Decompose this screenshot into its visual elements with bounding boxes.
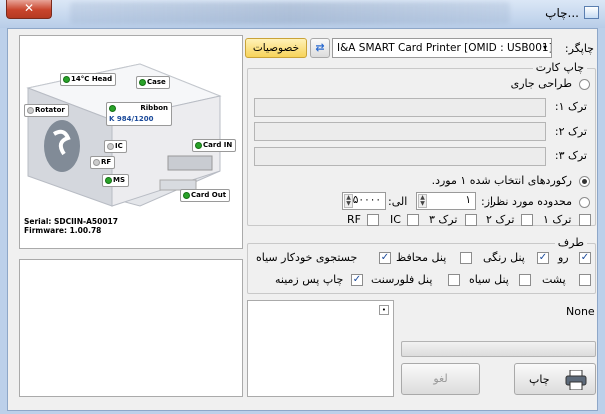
- track-2-input[interactable]: [254, 122, 546, 141]
- app-icon: [584, 6, 599, 19]
- encode-track-1-label: ترک ۱: [543, 213, 572, 226]
- fluorescent-panel-checkbox[interactable]: [448, 274, 460, 286]
- close-icon: ✕: [23, 1, 35, 15]
- status-led-icon: [63, 76, 70, 83]
- status-led-icon: [139, 79, 146, 86]
- status-led-icon: [195, 142, 202, 149]
- status-led-icon: [27, 107, 34, 114]
- log-toggle-icon[interactable]: •: [379, 305, 389, 315]
- print-button-label: چاپ: [529, 373, 550, 386]
- rf-status-tag: RF: [90, 156, 116, 169]
- selected-records-label: رکوردهای انتخاب شده ۱ مورد.: [431, 174, 572, 187]
- title-bar-toolbar-blur: [70, 2, 510, 24]
- cancel-button-label: لغو: [433, 372, 448, 385]
- track-3-input[interactable]: [254, 147, 546, 166]
- card-preview-panel: [19, 259, 243, 397]
- encode-track-1-checkbox[interactable]: [579, 214, 591, 226]
- status-led-icon: [105, 177, 112, 184]
- range-to-spinner[interactable]: ▲ ▼ ۵۰۰۰۰: [342, 192, 386, 210]
- chevron-down-icon: ▾: [542, 43, 547, 52]
- cancel-button[interactable]: لغو: [401, 363, 480, 395]
- encode-track-3-checkbox[interactable]: [465, 214, 477, 226]
- background-print-label: چاپ پس زمینه: [275, 273, 344, 286]
- status-led-icon: [107, 143, 114, 150]
- fluorescent-panel-label: پنل فلورسنت: [371, 273, 433, 286]
- print-card-title: چاپ کارت: [532, 61, 587, 74]
- print-button[interactable]: چاپ: [514, 363, 596, 395]
- auto-black-detect-label: جستجوی خودکار سیاه: [256, 251, 358, 264]
- encode-track-2-checkbox[interactable]: [521, 214, 533, 226]
- spinner-arrows-icon: ▲ ▼: [418, 194, 427, 208]
- side-group: طرف ✓ رو ✓ پنل رنگی پنل محافظ ✓ جستجوی خ…: [247, 236, 596, 294]
- printer-info: Serial: SDCIIN-A50017 Firmware: 1.00.78: [24, 217, 118, 235]
- card-out-status-tag: Card Out: [180, 189, 231, 202]
- print-card-group: چاپ کارت طراحی جاری ترک ۱: ترک ۲: ترک ۳:…: [247, 61, 596, 226]
- color-panel-label: پنل رنگی: [483, 251, 525, 264]
- side-title: طرف: [554, 236, 587, 249]
- black-panel-label: پنل سیاه: [469, 273, 509, 286]
- encode-rf-label: RF: [347, 213, 361, 226]
- status-led-icon: [109, 105, 116, 112]
- properties-button[interactable]: خصوصیات: [245, 38, 307, 58]
- printer-status-panel: 14°C Head Case Rotator Ribbon K 984/1200 …: [19, 35, 243, 249]
- ms-status-tag: MS: [102, 174, 130, 187]
- serial-number: Serial: SDCIIN-A50017: [24, 217, 118, 226]
- refresh-button[interactable]: ⇄: [310, 38, 330, 58]
- encode-track-2-label: ترک ۲: [486, 213, 515, 226]
- firmware-version: Firmware: 1.00.78: [24, 226, 102, 235]
- ic-status-tag: IC: [104, 140, 127, 153]
- window-title: چاپ...: [545, 6, 579, 20]
- ribbon-status-tag: Ribbon K 984/1200: [106, 102, 172, 126]
- printer-icon: [565, 370, 587, 390]
- track-1-label: ترک ۱:: [554, 100, 587, 113]
- front-side-label: رو: [558, 251, 569, 264]
- track-1-input[interactable]: [254, 98, 546, 117]
- track-3-label: ترک ۳:: [554, 149, 587, 162]
- encode-ic-label: IC: [390, 213, 401, 226]
- track-2-label: ترک ۲:: [554, 125, 587, 138]
- status-led-icon: [183, 192, 190, 199]
- range-label: محدوده مورد نظر: [490, 195, 572, 208]
- title-bar: ✕ چاپ...: [0, 0, 605, 28]
- head-status-tag: 14°C Head: [60, 73, 117, 86]
- current-design-radio[interactable]: [579, 79, 590, 90]
- progress-bar: [401, 341, 596, 357]
- range-from-label: از:: [481, 195, 494, 208]
- auto-black-detect-checkbox[interactable]: ✓: [379, 252, 391, 264]
- current-design-label: طراحی جاری: [510, 77, 572, 90]
- range-radio[interactable]: [579, 197, 590, 208]
- encode-track-3-label: ترک ۳: [429, 213, 458, 226]
- back-side-checkbox[interactable]: [579, 274, 591, 286]
- status-led-icon: [93, 159, 100, 166]
- close-button[interactable]: ✕: [6, 0, 52, 19]
- status-text: None: [566, 305, 595, 318]
- back-side-label: پشت: [542, 273, 566, 286]
- front-side-checkbox[interactable]: ✓: [579, 252, 591, 264]
- selected-records-radio[interactable]: [579, 176, 590, 187]
- case-status-tag: Case: [136, 76, 170, 89]
- black-panel-checkbox[interactable]: [519, 274, 531, 286]
- encode-rf-checkbox[interactable]: [367, 214, 379, 226]
- protective-panel-checkbox[interactable]: [460, 252, 472, 264]
- range-from-spinner[interactable]: ▲ ▼ ۱: [416, 192, 476, 210]
- log-list[interactable]: •: [247, 300, 394, 397]
- spinner-arrows-icon: ▲ ▼: [344, 194, 353, 208]
- card-in-status-tag: Card IN: [192, 139, 237, 152]
- range-to-label: الی:: [388, 195, 408, 208]
- refresh-icon: ⇄: [315, 41, 325, 54]
- printer-label: چاپگر:: [564, 42, 594, 55]
- encode-ic-checkbox[interactable]: [407, 214, 419, 226]
- protective-panel-label: پنل محافظ: [396, 251, 447, 264]
- color-panel-checkbox[interactable]: ✓: [537, 252, 549, 264]
- printer-select[interactable]: I&A SMART Card Printer [OMID : USB001] ▾: [332, 38, 552, 58]
- background-print-checkbox[interactable]: ✓: [351, 274, 363, 286]
- rotator-status-tag: Rotator: [24, 104, 69, 117]
- dialog-body: 14°C Head Case Rotator Ribbon K 984/1200 …: [7, 28, 598, 411]
